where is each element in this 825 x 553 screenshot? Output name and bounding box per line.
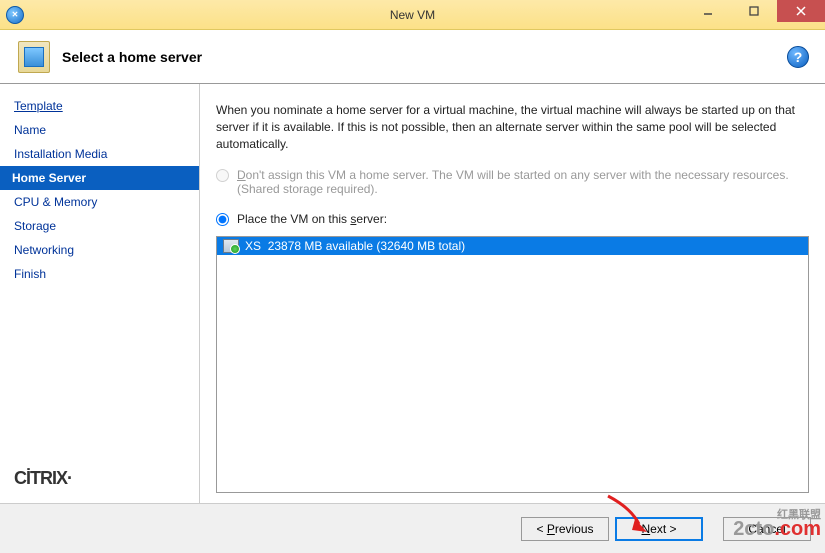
citrix-logo: CİTRIX· [14,468,72,489]
server-icon [223,239,239,253]
server-list[interactable]: XS 23878 MB available (32640 MB total) [216,236,809,493]
window-buttons [685,0,825,22]
maximize-button[interactable] [731,0,777,22]
wizard-body: Template Name Installation Media Home Se… [0,84,825,503]
option-place-on-server[interactable]: Place the VM on this server: [216,212,809,226]
server-name: XS [245,239,261,253]
wizard-icon [18,41,50,73]
wizard-header: Select a home server ? [0,30,825,84]
step-name[interactable]: Name [0,118,199,142]
cancel-button[interactable]: Cancel [723,517,811,541]
server-row[interactable]: XS 23878 MB available (32640 MB total) [217,237,808,255]
page-title: Select a home server [62,49,202,65]
step-cpu-memory[interactable]: CPU & Memory [0,190,199,214]
intro-text: When you nominate a home server for a vi… [216,102,809,152]
option-no-home-server-label: Don't assign this VM a home server. The … [237,168,809,196]
step-finish[interactable]: Finish [0,262,199,286]
radio-no-home-server [216,169,229,182]
next-button[interactable]: Next > [615,517,703,541]
step-storage[interactable]: Storage [0,214,199,238]
titlebar: New VM [0,0,825,30]
previous-button[interactable]: < Previous [521,517,609,541]
server-detail: 23878 MB available (32640 MB total) [268,239,465,253]
minimize-button[interactable] [685,0,731,22]
step-template[interactable]: Template [0,94,199,118]
step-networking[interactable]: Networking [0,238,199,262]
option-no-home-server: Don't assign this VM a home server. The … [216,168,809,196]
wizard-sidebar: Template Name Installation Media Home Se… [0,84,200,503]
step-home-server[interactable]: Home Server [0,166,199,190]
option-place-on-server-label: Place the VM on this server: [237,212,809,226]
radio-place-on-server[interactable] [216,213,229,226]
help-button[interactable]: ? [787,46,809,68]
wizard-main: When you nominate a home server for a vi… [200,84,825,503]
wizard-footer: < Previous Next > Cancel [0,503,825,553]
close-button[interactable] [777,0,825,22]
step-installation-media[interactable]: Installation Media [0,142,199,166]
